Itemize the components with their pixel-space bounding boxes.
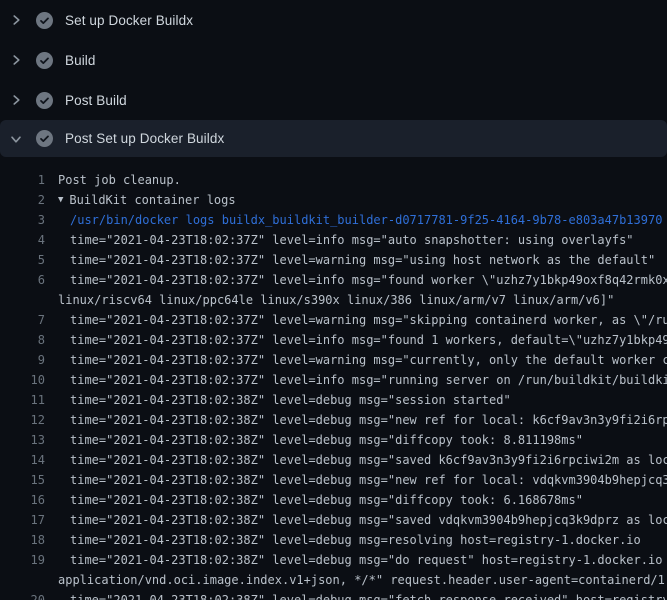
log-row: 9 time="2021-04-23T18:02:37Z" level=warni… [0,350,667,370]
line-number[interactable]: 1 [0,170,45,190]
line-number[interactable]: 3 [0,210,45,230]
log-row: 11 time="2021-04-23T18:02:38Z" level=debu… [0,390,667,410]
step-row-post-set-up-docker-buildx[interactable]: Post Set up Docker Buildx [0,120,667,157]
log-text: time="2021-04-23T18:02:38Z" level=debug … [70,410,667,430]
line-number[interactable]: 17 [0,510,45,530]
line-number [0,290,45,310]
check-circle-icon [36,130,53,147]
log-row: 14 time="2021-04-23T18:02:38Z" level=debu… [0,450,667,470]
chevron-right-icon [10,94,22,106]
log-row: 6 time="2021-04-23T18:02:37Z" level=info … [0,270,667,290]
log-row: 19 time="2021-04-23T18:02:38Z" level=debu… [0,550,667,570]
log-text: time="2021-04-23T18:02:38Z" level=debug … [70,390,511,410]
log-text: time="2021-04-23T18:02:38Z" level=debug … [70,550,667,570]
log-row: 3/usr/bin/docker logs buildx_buildkit_bu… [0,210,667,230]
log-text: Post job cleanup. [58,170,181,190]
log-row: 1 Post job cleanup. [0,170,667,190]
line-number[interactable]: 12 [0,410,45,430]
line-number [0,570,45,590]
log-row: 16 time="2021-04-23T18:02:38Z" level=debu… [0,490,667,510]
log-wrap-row: linux/riscv64 linux/ppc64le linux/s390x … [0,290,667,310]
line-number[interactable]: 6 [0,270,45,290]
log-text: time="2021-04-23T18:02:37Z" level=warnin… [70,310,667,330]
log-text: time="2021-04-23T18:02:38Z" level=debug … [70,530,641,550]
log-wrap-row: application/vnd.oci.image.index.v1+json,… [0,570,667,590]
log-row: 13 time="2021-04-23T18:02:38Z" level=debu… [0,430,667,450]
line-number[interactable]: 2 [0,190,45,210]
log-row: 5 time="2021-04-23T18:02:37Z" level=warni… [0,250,667,270]
log-group-row[interactable]: 2 ▼ BuildKit container logs [0,190,667,210]
log-row: 10 time="2021-04-23T18:02:37Z" level=info… [0,370,667,390]
line-number[interactable]: 10 [0,370,45,390]
log-text: time="2021-04-23T18:02:38Z" level=debug … [70,450,667,470]
log-row: 7 time="2021-04-23T18:02:37Z" level=warni… [0,310,667,330]
step-label: Set up Docker Buildx [65,13,193,28]
log-output: 1 Post job cleanup. 2 ▼ BuildKit container l… [0,157,667,600]
log-text: time="2021-04-23T18:02:37Z" level=warnin… [70,250,655,270]
line-number[interactable]: 18 [0,530,45,550]
log-text: application/vnd.oci.image.index.v1+json,… [58,570,667,590]
log-row: 8 time="2021-04-23T18:02:37Z" level=info … [0,330,667,350]
log-text: time="2021-04-23T18:02:37Z" level=info m… [70,370,667,390]
chevron-right-icon [10,14,22,26]
chevron-down-icon [10,133,22,145]
log-text: time="2021-04-23T18:02:38Z" level=debug … [70,430,583,450]
workflow-log-viewer: Set up Docker Buildx Build Post Build Post … [0,0,667,600]
log-row: 4 time="2021-04-23T18:02:37Z" level=info … [0,230,667,250]
step-row-build[interactable]: Build [0,40,667,80]
step-label: Build [65,53,96,68]
line-number[interactable]: 7 [0,310,45,330]
log-row: 18 time="2021-04-23T18:02:38Z" level=debu… [0,530,667,550]
line-number[interactable]: 9 [0,350,45,370]
log-text: time="2021-04-23T18:02:37Z" level=info m… [70,330,667,350]
disclosure-triangle-icon: ▼ [58,190,63,210]
step-label: Post Build [65,93,127,108]
log-text: time="2021-04-23T18:02:37Z" level=warnin… [70,350,667,370]
log-text: linux/riscv64 linux/ppc64le linux/s390x … [58,290,614,310]
log-text: time="2021-04-23T18:02:38Z" level=debug … [70,470,667,490]
line-number[interactable]: 13 [0,430,45,450]
log-text: time="2021-04-23T18:02:38Z" level=debug … [70,590,667,600]
line-number[interactable]: 5 [0,250,45,270]
line-number[interactable]: 15 [0,470,45,490]
line-number[interactable]: 20 [0,590,45,600]
line-number[interactable]: 16 [0,490,45,510]
chevron-right-icon [10,54,22,66]
log-group-title[interactable]: BuildKit container logs [69,190,235,210]
log-text: time="2021-04-23T18:02:38Z" level=debug … [70,490,583,510]
check-circle-icon [36,52,53,69]
log-text: time="2021-04-23T18:02:38Z" level=debug … [70,510,667,530]
line-number[interactable]: 8 [0,330,45,350]
step-row-set-up-docker-buildx[interactable]: Set up Docker Buildx [0,0,667,40]
log-text: time="2021-04-23T18:02:37Z" level=info m… [70,270,667,290]
log-row: 17 time="2021-04-23T18:02:38Z" level=debu… [0,510,667,530]
log-row: 12 time="2021-04-23T18:02:38Z" level=debu… [0,410,667,430]
check-circle-icon [36,12,53,29]
log-text: time="2021-04-23T18:02:37Z" level=info m… [70,230,634,250]
check-circle-icon [36,92,53,109]
steps-list: Set up Docker Buildx Build Post Build Post … [0,0,667,157]
log-row: 20 time="2021-04-23T18:02:38Z" level=debu… [0,590,667,600]
log-row: 15 time="2021-04-23T18:02:38Z" level=debu… [0,470,667,490]
line-number[interactable]: 14 [0,450,45,470]
line-number[interactable]: 11 [0,390,45,410]
log-command-text: /usr/bin/docker logs buildx_buildkit_bui… [70,210,662,230]
step-row-post-build[interactable]: Post Build [0,80,667,120]
step-label: Post Set up Docker Buildx [65,131,224,146]
line-number[interactable]: 19 [0,550,45,570]
line-number[interactable]: 4 [0,230,45,250]
